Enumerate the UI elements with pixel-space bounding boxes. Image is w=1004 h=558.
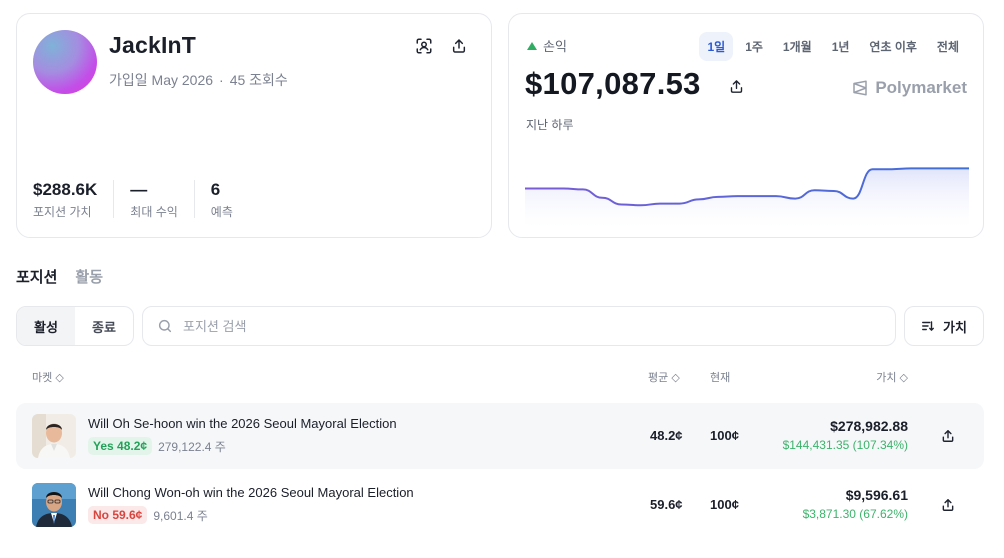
- tab-activity[interactable]: 활동: [75, 266, 103, 287]
- person-photo-icon: [32, 483, 76, 527]
- profile-meta: 가입일 May 2026 · 45 조회수: [109, 70, 288, 90]
- header-avg-label: 평균: [648, 372, 669, 384]
- stat-label: 포지션 가치: [33, 205, 92, 219]
- join-date: 가입일 May 2026: [109, 72, 214, 88]
- share-position-button[interactable]: [936, 493, 960, 517]
- share-profile-button[interactable]: [447, 34, 471, 58]
- pnl-label: 손익: [527, 36, 567, 55]
- stat-label: 예측: [210, 205, 233, 219]
- status-segment: 활성 종료: [16, 306, 134, 346]
- stat-label: 최대 수익: [130, 205, 178, 219]
- scan-profile-button[interactable]: [412, 34, 436, 58]
- pnl-label-text: 손익: [543, 39, 567, 54]
- share-pnl-button[interactable]: [724, 74, 748, 98]
- position-value: $278,982.88: [830, 418, 908, 434]
- polymarket-brand: Polymarket: [851, 78, 967, 98]
- outcome-badge: Yes 48.2¢: [88, 437, 153, 455]
- share-icon: [942, 430, 954, 442]
- share-icon: [942, 499, 954, 511]
- search-box: [142, 306, 896, 346]
- profile-stats: $288.6K 포지션 가치 — 최대 수익 6 예측: [33, 180, 249, 219]
- scan-user-icon: [416, 38, 432, 54]
- stat-value: —: [130, 180, 148, 199]
- sort-icon: [922, 321, 934, 332]
- person-photo-icon: [32, 414, 76, 458]
- table-row[interactable]: Will Chong Won-oh win the 2026 Seoul May…: [16, 472, 984, 538]
- sort-diamond-icon: ◇: [899, 372, 908, 384]
- stat-value: $288.6K: [33, 180, 98, 199]
- pnl-value: $107,087.53: [525, 66, 701, 101]
- avg-price: 48.2¢: [650, 428, 683, 443]
- polymarket-logo-icon: [853, 80, 868, 96]
- market-title[interactable]: Will Chong Won-oh win the 2026 Seoul May…: [88, 485, 414, 500]
- trend-up-icon: [527, 41, 537, 50]
- avg-price: 59.6¢: [650, 497, 683, 512]
- header-market-label: 마켓: [32, 372, 53, 384]
- meta-separator: ·: [219, 72, 224, 88]
- stat-max-profit: — 최대 수익: [113, 180, 194, 219]
- table-header: 마켓 ◇ 평균 ◇ 현재 가치 ◇: [16, 369, 984, 387]
- position-value: $9,596.61: [845, 487, 908, 503]
- view-count: 45 조회수: [229, 72, 288, 88]
- current-price: 100¢: [710, 428, 739, 443]
- header-avg[interactable]: 평균 ◇: [648, 369, 680, 385]
- section-tabs: 포지션 활동: [16, 266, 103, 287]
- share-icon: [452, 39, 466, 53]
- sort-diamond-icon: ◇: [671, 372, 680, 384]
- share-position-button[interactable]: [936, 424, 960, 448]
- market-title[interactable]: Will Oh Se-hoon win the 2026 Seoul Mayor…: [88, 416, 397, 431]
- profile-card: JackInT 가입일 May 2026 · 45 조회수 $288.6K 포지션 …: [16, 13, 492, 238]
- chart-area-fill: [525, 168, 969, 228]
- sort-diamond-icon: ◇: [55, 372, 64, 384]
- pnl-chart: [525, 167, 969, 228]
- sort-label: 가치: [943, 319, 967, 335]
- search-icon: [158, 319, 172, 333]
- range-tab-1m[interactable]: 1개월: [775, 32, 820, 61]
- pnl-card: 손익 1일 1주 1개월 1년 연초 이후 전체 $107,087.53 Pol…: [508, 13, 984, 238]
- stat-position-value: $288.6K 포지션 가치: [33, 180, 113, 219]
- brand-name: Polymarket: [875, 78, 967, 97]
- sort-button[interactable]: 가치: [904, 306, 984, 346]
- market-thumbnail: [32, 414, 76, 458]
- tab-positions[interactable]: 포지션: [16, 266, 57, 287]
- position-gain: $3,871.30 (67.62%): [802, 507, 908, 521]
- share-count: 279,122.4 주: [158, 439, 226, 454]
- segment-active[interactable]: 활성: [17, 307, 75, 345]
- share-count: 9,601.4 주: [153, 508, 208, 523]
- stat-value: 6: [210, 180, 221, 199]
- profile-username: JackInT: [109, 32, 197, 58]
- header-market[interactable]: 마켓 ◇: [32, 369, 64, 385]
- stat-predictions: 6 예측: [193, 180, 249, 219]
- share-icon: [730, 79, 742, 93]
- range-tab-1w[interactable]: 1주: [737, 32, 771, 61]
- position-detail: Yes 48.2¢ 279,122.4 주: [88, 437, 226, 455]
- avatar[interactable]: [33, 30, 97, 94]
- search-input[interactable]: [183, 318, 863, 334]
- range-tab-1d[interactable]: 1일: [699, 32, 734, 61]
- position-gain: $144,431.35 (107.34%): [782, 438, 908, 452]
- header-value-label: 가치: [876, 372, 897, 384]
- position-detail: No 59.6¢ 9,601.4 주: [88, 506, 208, 524]
- range-tab-all[interactable]: 전체: [929, 32, 967, 61]
- table-row[interactable]: Will Oh Se-hoon win the 2026 Seoul Mayor…: [16, 403, 984, 469]
- header-value[interactable]: 가치 ◇: [876, 369, 908, 385]
- range-tab-1y[interactable]: 1년: [824, 32, 858, 61]
- header-current: 현재: [710, 372, 731, 384]
- range-tab-ytd[interactable]: 연초 이후: [861, 32, 925, 61]
- segment-closed[interactable]: 종료: [75, 307, 133, 345]
- current-price: 100¢: [710, 497, 739, 512]
- pnl-period: 지난 하루: [526, 118, 574, 132]
- market-thumbnail: [32, 483, 76, 527]
- outcome-badge: No 59.6¢: [88, 506, 148, 524]
- range-tabs: 1일 1주 1개월 1년 연초 이후 전체: [699, 32, 967, 61]
